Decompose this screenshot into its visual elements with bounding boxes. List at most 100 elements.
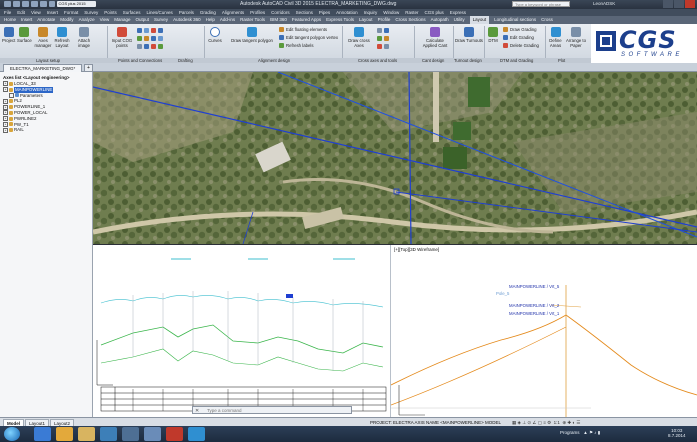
document-tab[interactable]: ELECTRA_MARKETING_DWG*	[3, 64, 83, 72]
save-icon[interactable]	[30, 1, 38, 7]
app-menu-icon[interactable]	[4, 1, 11, 7]
menu-item-edit[interactable]: Edit	[17, 9, 25, 16]
menu-item-parcels[interactable]: Parcels	[179, 9, 194, 16]
expand-icon[interactable]	[9, 92, 14, 98]
point-tools-row-2[interactable]	[137, 36, 163, 41]
menu-item-profiles[interactable]: Profiles	[250, 9, 265, 16]
expand-icon[interactable]: +	[3, 110, 8, 116]
menu-item-corridors[interactable]: Corridors	[271, 9, 290, 16]
new-file-icon[interactable]	[12, 1, 20, 7]
close-icon[interactable]: ✕	[195, 407, 199, 415]
expand-icon[interactable]: +	[3, 81, 8, 87]
dtm-button[interactable]: DTM	[486, 27, 500, 43]
menu-item-surfaces[interactable]: Surfaces	[123, 9, 141, 16]
define-areas-button[interactable]: Define Areas	[547, 27, 564, 48]
menu-item-grading[interactable]: Grading	[200, 9, 216, 16]
tab-manage[interactable]: Manage	[114, 16, 130, 24]
quick-access-toolbar[interactable]: CGS plus 2015	[4, 1, 96, 8]
curves-button[interactable]: Curves	[207, 27, 223, 43]
expand-icon[interactable]: +	[3, 98, 8, 104]
status-tools[interactable]: ▦ ◈ ⊥ ⊙ ∠ ▢ ≡ ⚙ 1:1 ⊕ ✚ ◐ ☰	[512, 419, 580, 426]
edit-tangent-vertex-button[interactable]: Edit tangent polygon vertex	[279, 35, 338, 40]
tab-raster-tools[interactable]: Raster Tools	[240, 16, 265, 24]
input-cog-points-button[interactable]: Input COG points	[111, 27, 133, 48]
expand-icon[interactable]: +	[3, 127, 8, 133]
tab-bim-360[interactable]: BIM 360	[270, 16, 287, 24]
refresh-labels-button[interactable]: Refresh labels	[279, 43, 313, 48]
cross-tools-row-1[interactable]	[377, 28, 389, 33]
surface-button[interactable]: Surface	[17, 27, 32, 43]
menu-item-inquiry[interactable]: Inquiry	[364, 9, 378, 16]
tab-view[interactable]: View	[100, 16, 110, 24]
autocad-icon[interactable]	[166, 427, 183, 441]
arrange-to-paper-button[interactable]: Arrange to Paper	[565, 27, 587, 48]
draw-grading-button[interactable]: Draw Grading	[503, 27, 537, 32]
tab-layout[interactable]: Layout	[469, 16, 490, 24]
menu-item-format[interactable]: Format	[64, 9, 78, 16]
tab-featured-apps[interactable]: Featured Apps	[292, 16, 321, 24]
tab-insert[interactable]: Insert	[21, 16, 32, 24]
expand-icon[interactable]: +	[3, 116, 8, 122]
menu-item-survey[interactable]: Survey	[84, 9, 98, 16]
system-tray[interactable]: Programs ▲ ⚑ ♪ ▮	[560, 430, 600, 436]
command-line[interactable]: ✕ Type a command	[192, 406, 352, 414]
close-icon[interactable]	[685, 0, 695, 8]
tab-utility[interactable]: Utility	[454, 16, 465, 24]
axis-item[interactable]: + RAIL	[3, 127, 53, 133]
minimize-icon[interactable]	[663, 0, 673, 8]
redo-icon[interactable]	[48, 1, 56, 7]
menu-item-raster[interactable]: Raster	[405, 9, 418, 16]
tab-analyze[interactable]: Analyze	[79, 16, 95, 24]
point-tools-row-1[interactable]	[137, 28, 163, 33]
tab-express-tools[interactable]: Express Tools	[326, 16, 354, 24]
file-explorer-icon[interactable]	[78, 427, 95, 441]
expand-icon[interactable]: +	[3, 87, 8, 93]
app-icon-2[interactable]	[144, 427, 161, 441]
expand-icon[interactable]: +	[3, 121, 8, 127]
tab-autopath[interactable]: Autopath	[431, 16, 449, 24]
tab-longitudinal-sections[interactable]: Longitudinal sections	[494, 16, 536, 24]
chrome-icon[interactable]	[56, 427, 73, 441]
annotation-scale[interactable]: 1:1	[554, 420, 560, 425]
draw-turnouts-button[interactable]: Draw Turnouts	[455, 27, 483, 43]
tab-survey[interactable]: Survey	[154, 16, 168, 24]
menu-item-window[interactable]: Window	[383, 9, 399, 16]
longitudinal-profile-viewport[interactable]	[93, 245, 391, 417]
menu-item-express[interactable]: Express	[450, 9, 466, 16]
delete-grading-button[interactable]: Delete Grading	[503, 43, 539, 48]
media-icon[interactable]	[100, 427, 117, 441]
attach-image-button[interactable]: Attach image	[72, 27, 96, 48]
clock[interactable]: 10:03 8.7.2014	[668, 428, 686, 438]
cross-tools-row-3[interactable]	[377, 44, 389, 49]
tab-home[interactable]: Home	[4, 16, 16, 24]
menu-item-lines-curves[interactable]: Lines/Curves	[147, 9, 173, 16]
menu-item-cgs-plus[interactable]: CGS plus	[425, 9, 444, 16]
axes-manager-button[interactable]: Axes manager	[33, 27, 53, 48]
menu-item-annotation[interactable]: Annotation	[336, 9, 358, 16]
app-icon-3[interactable]	[188, 427, 205, 441]
tab-cross-sections[interactable]: Cross Sections	[395, 16, 425, 24]
cross-tools-row-2[interactable]	[377, 36, 389, 41]
menu-item-file[interactable]: File	[4, 9, 11, 16]
tab-layout[interactable]: Layout	[359, 16, 373, 24]
search-input[interactable]: Type a keyword or phrase	[512, 1, 570, 7]
menu-item-insert[interactable]: Insert	[47, 9, 58, 16]
project-button[interactable]: Project	[2, 27, 15, 43]
tab-annotate[interactable]: Annotate	[37, 16, 55, 24]
draw-cross-axes-button[interactable]: Draw cross Axes	[344, 27, 374, 48]
point-tools-row-3[interactable]	[137, 44, 163, 49]
command-input[interactable]: Type a command	[207, 408, 242, 413]
tab-autodesk-360[interactable]: Autodesk 360	[173, 16, 201, 24]
tab-add-ins[interactable]: Add-ins	[220, 16, 235, 24]
viewport-label[interactable]: [+][Top][3D Wireframe]	[394, 247, 439, 252]
aerial-map-viewport[interactable]	[93, 72, 697, 244]
plan-3d-viewport[interactable]: [+][Top][3D Wireframe] MAINPOWERLINE / V…	[391, 245, 697, 417]
tab-help[interactable]: Help	[206, 16, 215, 24]
edit-floating-elements-button[interactable]: Edit floating elements	[279, 27, 327, 32]
menu-item-points[interactable]: Points	[104, 9, 117, 16]
open-file-icon[interactable]	[21, 1, 29, 7]
draw-tangent-polygon-button[interactable]: Draw tangent polygon	[228, 27, 276, 43]
menu-item-view[interactable]: View	[31, 9, 41, 16]
calculate-applied-cant-button[interactable]: Calculate Applied Cant	[419, 27, 451, 48]
menu-item-pipes[interactable]: Pipes	[319, 9, 330, 16]
